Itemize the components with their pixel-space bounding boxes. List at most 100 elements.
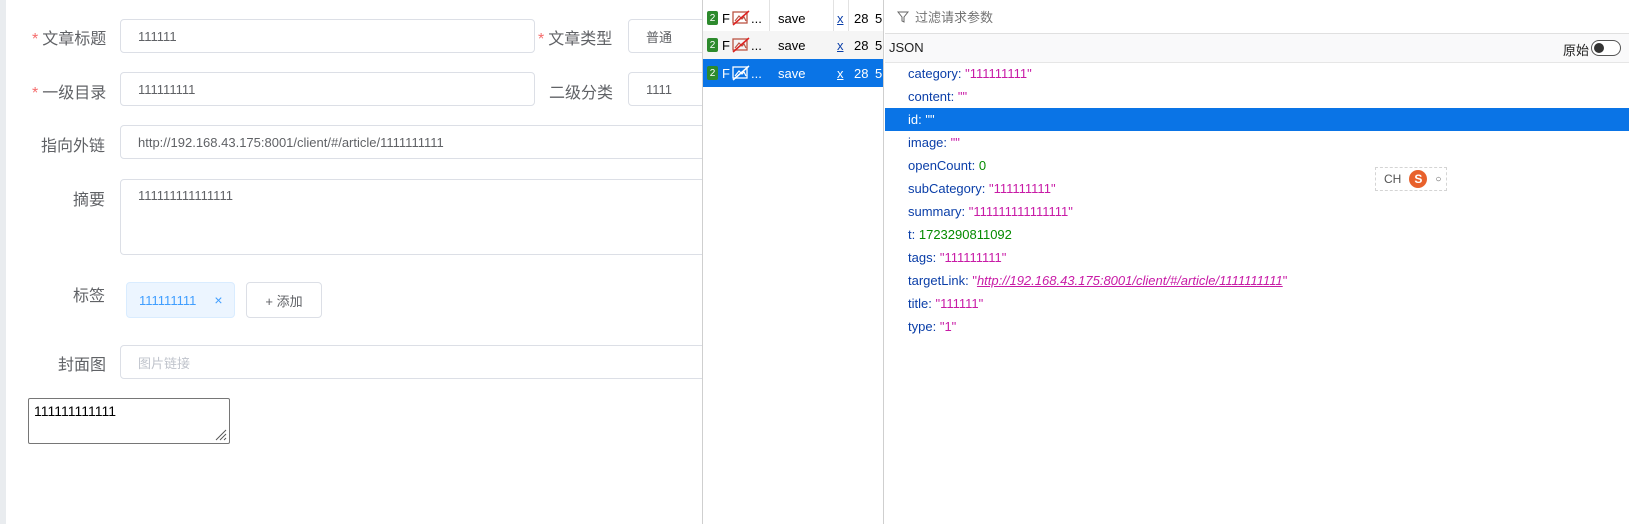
json-key: category: [908,66,962,81]
subcategory-select[interactable]: 1111 [628,72,708,106]
json-value: "111111111" [988,181,1056,196]
json-value: "111111111" [965,66,1032,81]
plain-textarea-text: 111111111111 [34,403,117,419]
request-name: save [778,65,806,81]
status-badge: 2 [707,66,718,80]
ime-toolbar[interactable]: CH S ○ [1375,167,1447,191]
request-link[interactable]: x [837,4,844,32]
request-extra: 5 [875,65,883,81]
type-select[interactable]: 普通 [628,19,708,53]
summary-textarea[interactable]: 111111111111111 [120,179,710,255]
json-field[interactable]: t: 1723290811092 [885,223,1629,246]
json-value: "" [925,112,935,127]
file-flag: F [722,65,730,81]
filter-input[interactable]: 过滤请求参数 [915,7,993,26]
request-link[interactable]: x [837,59,844,87]
json-field[interactable]: image: "" [885,131,1629,154]
summary-label: 摘要 [73,192,106,209]
ellipsis: ... [751,10,762,26]
json-field[interactable]: targetLink: "http://192.168.43.175:8001/… [885,269,1629,292]
request-name: save [778,10,806,26]
json-value: "" [957,89,968,104]
blocked-image-icon [732,4,750,32]
sogou-logo-icon: S [1409,170,1428,188]
request-name: save [778,37,806,53]
request-row[interactable]: 2 F ... save x 28 5 [703,4,883,32]
json-value: "" [950,135,960,150]
network-request-list: 2 F ... save x 28 5 2 F ... save x 28 5 … [702,0,884,524]
status-badge: 2 [707,38,718,52]
cover-label: 封面图 [58,357,107,374]
json-section-title: JSON [889,40,924,55]
close-icon[interactable]: × [214,292,222,308]
json-key: image: [908,135,948,150]
request-size: 28 [854,37,869,53]
ellipsis: ... [751,37,762,53]
file-flag: F [722,37,730,53]
request-size: 28 [854,10,869,26]
request-size: 28 [854,65,869,81]
request-params-panel: 过滤请求参数 JSON 原始 category: "111111111" con… [885,0,1629,524]
file-flag: F [722,10,730,26]
json-field[interactable]: content: "" [885,85,1629,108]
add-tag-button[interactable]: + 添加 [246,282,322,318]
json-key: targetLink: [908,273,969,288]
json-field[interactable]: summary: "111111111111111" [885,200,1629,223]
request-row[interactable]: 2 F ... save x 28 5 [703,31,883,59]
status-badge: 2 [707,11,718,25]
json-value: "111111111" [939,250,1007,265]
json-key: t: [908,227,916,242]
json-field[interactable]: subCategory: "111111111" [885,177,1629,200]
request-extra: 5 [875,37,883,53]
tags-label: 标签 [73,288,106,305]
request-extra: 5 [875,10,883,26]
json-section-header[interactable]: JSON 原始 [885,34,1629,63]
json-key: id: [908,112,922,127]
category-label: * 一级目录 [32,85,107,102]
json-field[interactable]: tags: "111111111" [885,246,1629,269]
raw-toggle[interactable] [1591,40,1621,56]
blocked-image-icon [732,59,750,87]
resize-grip-icon[interactable] [213,427,227,441]
filter-bar[interactable]: 过滤请求参数 [885,0,1629,34]
tag-chip: 111111111 × [126,282,235,318]
ime-settings-icon[interactable]: ○ [1435,174,1441,185]
json-key: type: [908,319,937,334]
json-field[interactable]: openCount: 0 [885,154,1629,177]
required-mark: * [32,31,39,48]
target-link[interactable]: http://192.168.43.175:8001/client/#/arti… [977,273,1283,288]
ellipsis: ... [751,65,762,81]
json-field[interactable]: title: "111111" [885,292,1629,315]
json-key: title: [908,296,932,311]
json-value: "111111111111111" [968,204,1073,219]
title-label: * 文章标题 [32,31,107,48]
category-select[interactable]: 111111111 [120,72,535,106]
json-field[interactable]: type: "1" [885,315,1629,338]
toggle-knob [1594,43,1604,53]
json-key: tags: [908,250,937,265]
json-key: content: [908,89,955,104]
filter-icon [897,11,909,23]
type-label: * 文章类型 [538,31,613,48]
json-key: openCount: [908,158,976,173]
external-link-input[interactable]: http://192.168.43.175:8001/client/#/arti… [120,125,710,159]
json-value: "111111" [935,296,984,311]
article-form: * 文章标题 111111 * 文章类型 普通 * 一级目录 111111111 二级… [6,0,710,524]
raw-toggle-label: 原始 [1562,43,1589,58]
link-label: 指向外链 [41,138,106,155]
plain-textarea[interactable]: 111111111111 [28,398,230,444]
json-value: 1723290811092 [918,227,1012,242]
request-row-selected[interactable]: 2 F ... save x 28 5 [703,59,883,87]
json-field[interactable]: category: "111111111" [885,62,1629,85]
request-link[interactable]: x [837,31,844,59]
blocked-image-icon [732,31,750,59]
json-field-selected[interactable]: id: "" [885,108,1629,131]
ime-mode-label: CH [1384,172,1402,186]
json-value: "1" [939,319,957,334]
tag-text: 111111111 [139,292,197,308]
cover-input[interactable]: 图片链接 [120,345,710,379]
required-mark: * [32,85,39,102]
required-mark: * [538,31,545,48]
title-input[interactable]: 111111 [120,19,535,53]
subcategory-label: 二级分类 [549,85,614,102]
